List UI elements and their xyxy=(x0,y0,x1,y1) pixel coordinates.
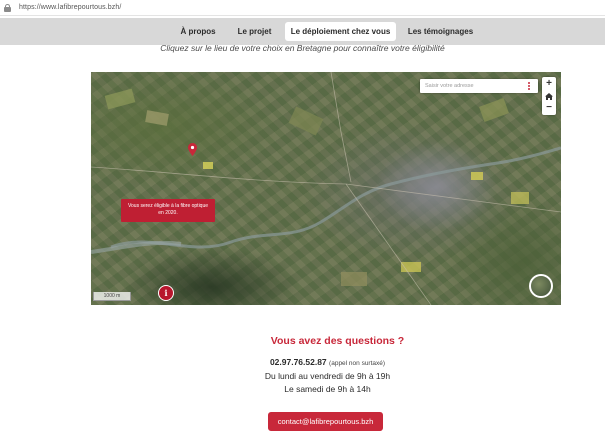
popup-line-2: en 2020. xyxy=(158,210,178,216)
satellite-imagery xyxy=(91,72,561,305)
eligibility-popup: Vous serez éligible à la fibre optique e… xyxy=(121,199,215,222)
zoom-in-button[interactable]: + xyxy=(542,78,556,90)
url-text[interactable]: https://www.lafibrepourtous.bzh/ xyxy=(19,4,121,11)
hours-saturday: Le samedi de 9h à 14h xyxy=(284,384,371,394)
nav-item-deploiement[interactable]: Le déploiement chez vous xyxy=(285,22,396,41)
home-icon xyxy=(545,93,553,100)
eligibility-map[interactable] xyxy=(91,72,561,305)
nav-item-a-propos[interactable]: À propos xyxy=(172,22,224,41)
home-button[interactable] xyxy=(542,90,556,102)
kebab-menu-icon[interactable] xyxy=(528,82,530,90)
hours-weekday: Du lundi au vendredi de 9h à 19h xyxy=(264,371,391,381)
address-search-input[interactable] xyxy=(425,81,525,91)
zoom-out-button[interactable]: − xyxy=(542,102,556,114)
browser-url-bar[interactable]: https://www.lafibrepourtous.bzh/ xyxy=(0,0,605,16)
address-search[interactable] xyxy=(420,79,538,93)
phone-note: (appel non surtaxé) xyxy=(329,360,386,367)
lock-icon xyxy=(4,3,11,12)
questions-title: Vous avez des questions ? xyxy=(270,335,405,347)
phone-line: 02.97.76.52.87 (appel non surtaxé) xyxy=(0,357,605,367)
nav-item-temoignages[interactable]: Les témoignages xyxy=(405,22,476,41)
phone-number[interactable]: 02.97.76.52.87 xyxy=(270,357,327,367)
main-nav: À propos Le projet Le déploiement chez v… xyxy=(0,18,605,45)
map-zoom-control: + − xyxy=(542,77,556,115)
location-marker-icon[interactable] xyxy=(188,143,197,156)
page-subtitle: Cliquez sur le lieu de votre choix en Br… xyxy=(160,43,445,53)
map-scale: 1000 m xyxy=(93,292,131,301)
contact-email-button[interactable]: contact@lafibrepourtous.bzh xyxy=(268,412,383,431)
nav-item-le-projet[interactable]: Le projet xyxy=(232,22,277,41)
popup-line-1: Vous serez éligible à la fibre optique xyxy=(127,203,209,209)
info-button[interactable]: i xyxy=(158,285,174,301)
minimap-toggle[interactable] xyxy=(529,274,553,298)
